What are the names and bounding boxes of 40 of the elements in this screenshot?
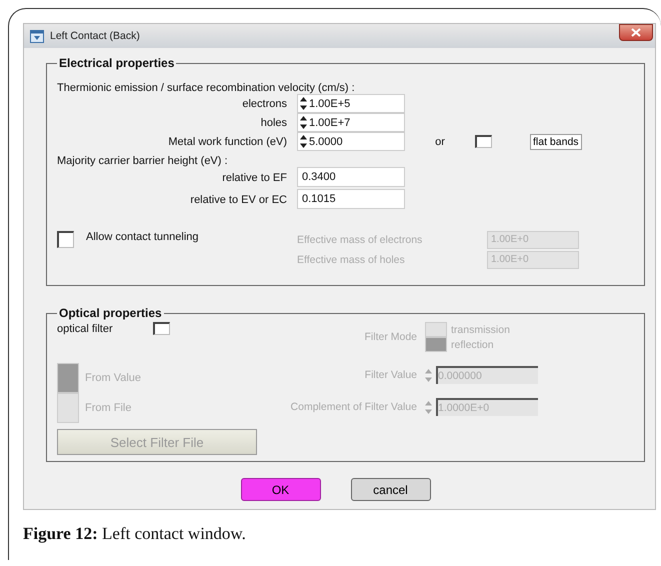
tunneling-checkbox[interactable] (57, 231, 74, 248)
option-label: From File (85, 402, 132, 414)
window-title: Left Contact (Back) (50, 30, 140, 42)
field-label: electrons (241, 98, 287, 110)
flat-bands-button[interactable]: flat bands (530, 134, 582, 150)
section-label: Thermionic emission / surface recombination velocity (cm/s) : (57, 82, 356, 94)
window-icon (30, 30, 44, 42)
checkbox-label: Allow contact tunneling (86, 231, 199, 243)
spinner-icon[interactable] (300, 97, 307, 110)
ok-button[interactable]: OK (240, 478, 320, 501)
group-legend: Optical properties (57, 306, 164, 320)
field-label: Effective mass of holes (297, 253, 406, 268)
field-label: Complement of Filter Value (290, 401, 417, 413)
option-label: transmission (451, 324, 510, 336)
section-label: Majority carrier barrier height (eV) : (57, 155, 229, 167)
field-label: Filter Value (364, 369, 417, 381)
field-label: holes (260, 116, 287, 128)
spinner-icon[interactable] (300, 135, 307, 148)
flat-bands-checkbox[interactable] (475, 135, 492, 148)
spin-field[interactable]: 5.0000 (297, 132, 405, 151)
field-label: relative to EF (221, 172, 287, 184)
option-label: From Value (85, 372, 142, 384)
group-legend: Electrical properties (57, 56, 176, 70)
spin-field[interactable]: 1.00E+5 (297, 94, 405, 113)
field-label: relative to EV or EC (189, 194, 287, 206)
close-button[interactable] (619, 24, 653, 41)
input-field[interactable]: 0.3400 (297, 167, 405, 187)
cancel-button[interactable]: cancel (350, 478, 430, 501)
option-label: reflection (451, 338, 494, 350)
input-field[interactable]: 0.1015 (297, 189, 405, 209)
checkbox-label: optical filter (57, 322, 113, 334)
figure-caption: Figure 12: Left contact window. (23, 524, 247, 544)
or-label: or (434, 136, 446, 148)
spinner-icon[interactable] (300, 116, 307, 129)
spin-field[interactable]: 1.00E+7 (297, 113, 405, 132)
field-label: Filter Mode (363, 331, 417, 343)
field-label: Effective mass of electrons (297, 233, 424, 248)
filter-checkbox[interactable] (152, 322, 170, 335)
close-icon (631, 28, 641, 37)
field-label: Metal work function (eV) (167, 136, 287, 148)
